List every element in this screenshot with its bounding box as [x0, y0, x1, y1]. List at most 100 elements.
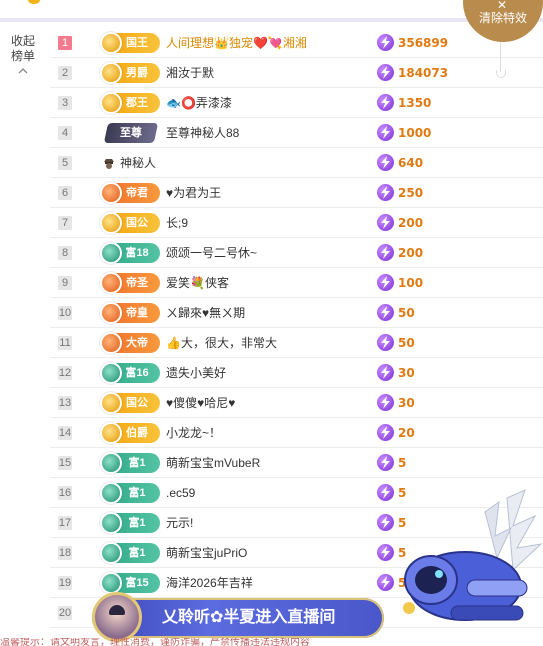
ranking-row[interactable]: 4 至尊 至尊神秘人88 1000 — [50, 118, 543, 148]
ranking-row[interactable]: 7 国公 长;9 200 — [50, 208, 543, 238]
level-badge-label: 富15 — [125, 577, 149, 589]
level-badge-label: 郡王 — [126, 97, 148, 109]
score-value: 1000 — [398, 125, 432, 140]
decor-dot — [28, 0, 40, 4]
level-badge: 至尊 — [103, 123, 159, 143]
username: 🐟⭕弄漆漆 — [166, 96, 232, 110]
score-value: 30 — [398, 365, 415, 380]
entry-banner-text: 乂聆听✿半夏进入直播间 — [162, 609, 336, 626]
ranking-row[interactable]: 10 帝皇 ㄨ歸來♥無ㄨ期 50 — [50, 298, 543, 328]
level-badge: 国公 — [100, 212, 160, 234]
level-badge-label: 大帝 — [126, 337, 148, 349]
score: 200 — [373, 214, 423, 231]
username: 遗失小美好 — [166, 366, 227, 380]
level-badge-label: 帝圣 — [126, 277, 148, 289]
lightning-icon — [377, 154, 394, 171]
rank-number: 7 — [58, 215, 72, 230]
ranking-row[interactable]: 9 帝圣 爱笑💐侠客 100 — [50, 268, 543, 298]
score: 200 — [373, 244, 423, 261]
username: 爱笑💐侠客 — [166, 276, 229, 290]
username: 神秘人 — [120, 156, 157, 170]
score-value: 50 — [398, 305, 415, 320]
badge-emblem-icon — [100, 482, 122, 504]
ranking-row[interactable]: 2 男爵 湘汝于默 184073 — [50, 58, 543, 88]
username: 萌新宝宝juPriO — [166, 546, 248, 560]
badge-emblem-icon — [100, 272, 122, 294]
mecha-vehicle-effect — [403, 489, 543, 621]
rank-number: 3 — [58, 95, 72, 110]
level-badge: 富1 — [100, 542, 160, 564]
score: 1000 — [373, 124, 431, 141]
score-value: 200 — [398, 245, 424, 260]
username: 人间理想👑独宠❤️💘湘湘 — [166, 36, 307, 50]
collapse-ranking-button[interactable]: 收起榜单 — [6, 34, 40, 76]
level-badge: 富18 — [100, 242, 160, 264]
lightning-icon — [377, 484, 394, 501]
rank-number: 4 — [58, 125, 72, 140]
lightning-icon — [377, 244, 394, 261]
level-badge: 富15 — [100, 572, 160, 594]
badge-emblem-icon — [100, 332, 122, 354]
lightning-icon — [377, 544, 394, 561]
score-value: 184073 — [398, 65, 449, 80]
lightning-icon — [377, 64, 394, 81]
ranking-row[interactable]: 15 富1 萌新宝宝mVubeR 5 — [50, 448, 543, 478]
badge-emblem-icon — [100, 422, 122, 444]
lightning-icon — [377, 424, 394, 441]
level-badge: 伯爵 — [100, 422, 160, 444]
ranking-row[interactable]: 6 帝君 ♥为君为王 250 — [50, 178, 543, 208]
lightning-icon — [377, 94, 394, 111]
score: 100 — [373, 274, 423, 291]
badge-emblem-icon — [100, 542, 122, 564]
rank-number: 12 — [58, 365, 72, 380]
avatar — [92, 592, 142, 642]
ranking-row[interactable]: 12 富16 遗失小美好 30 — [50, 358, 543, 388]
lightning-icon — [377, 574, 394, 591]
ranking-row[interactable]: 14 伯爵 小龙龙~！ 20 — [50, 418, 543, 448]
level-badge-label: 富18 — [125, 247, 149, 259]
close-icon: ✕ — [497, 0, 508, 12]
ranking-row[interactable]: 5 神秘人 640 — [50, 148, 543, 178]
clear-effects-label: 清除特效 — [478, 11, 527, 25]
mystery-user-icon — [104, 159, 114, 169]
badge-emblem-icon — [100, 392, 122, 414]
lightning-icon — [377, 334, 394, 351]
ranking-row[interactable]: 8 富18 颂颂一号二号休~ 200 — [50, 238, 543, 268]
rank-number: 20 — [58, 605, 72, 620]
rank-number: 14 — [58, 425, 72, 440]
lightning-icon — [377, 274, 394, 291]
badge-emblem-icon — [100, 182, 122, 204]
collapse-label: 收起榜单 — [10, 34, 35, 63]
badge-emblem-icon — [100, 572, 122, 594]
score-value: 356899 — [398, 35, 449, 50]
username: 长;9 — [166, 216, 189, 230]
level-badge: 男爵 — [100, 62, 160, 84]
ranking-row[interactable]: 11 大帝 👍大，很大，非常大 50 — [50, 328, 543, 358]
rank-number: 11 — [58, 335, 72, 350]
rank-number: 16 — [58, 485, 72, 500]
lightning-icon — [377, 214, 394, 231]
username: 至尊神秘人88 — [166, 126, 240, 140]
ranking-row[interactable]: 13 国公 ♥傻傻♥哈尼♥ 30 — [50, 388, 543, 418]
rank-number: 6 — [58, 185, 72, 200]
score-value: 20 — [398, 425, 415, 440]
top-strip — [0, 0, 543, 22]
rank-number: 10 — [58, 305, 72, 320]
lightning-icon — [377, 394, 394, 411]
ranking-row[interactable]: 3 郡王 🐟⭕弄漆漆 1350 — [50, 88, 543, 118]
level-badge-label: 富1 — [128, 487, 146, 499]
level-badge-label: 帝君 — [126, 187, 148, 199]
badge-emblem-icon — [100, 512, 122, 534]
rank-number: 19 — [58, 575, 72, 590]
ranking-row[interactable]: 1 国王 人间理想👑独宠❤️💘湘湘 356899 — [50, 28, 543, 58]
score: 184073 — [373, 64, 448, 81]
score: 250 — [373, 184, 423, 201]
username: .ec59 — [166, 486, 196, 500]
level-badge: 帝君 — [100, 182, 160, 204]
lightning-icon — [377, 124, 394, 141]
level-badge: 国公 — [100, 392, 160, 414]
lightning-icon — [377, 304, 394, 321]
username: ♥傻傻♥哈尼♥ — [166, 396, 236, 410]
level-badge: 国王 — [100, 32, 160, 54]
rank-number: 5 — [58, 155, 72, 170]
